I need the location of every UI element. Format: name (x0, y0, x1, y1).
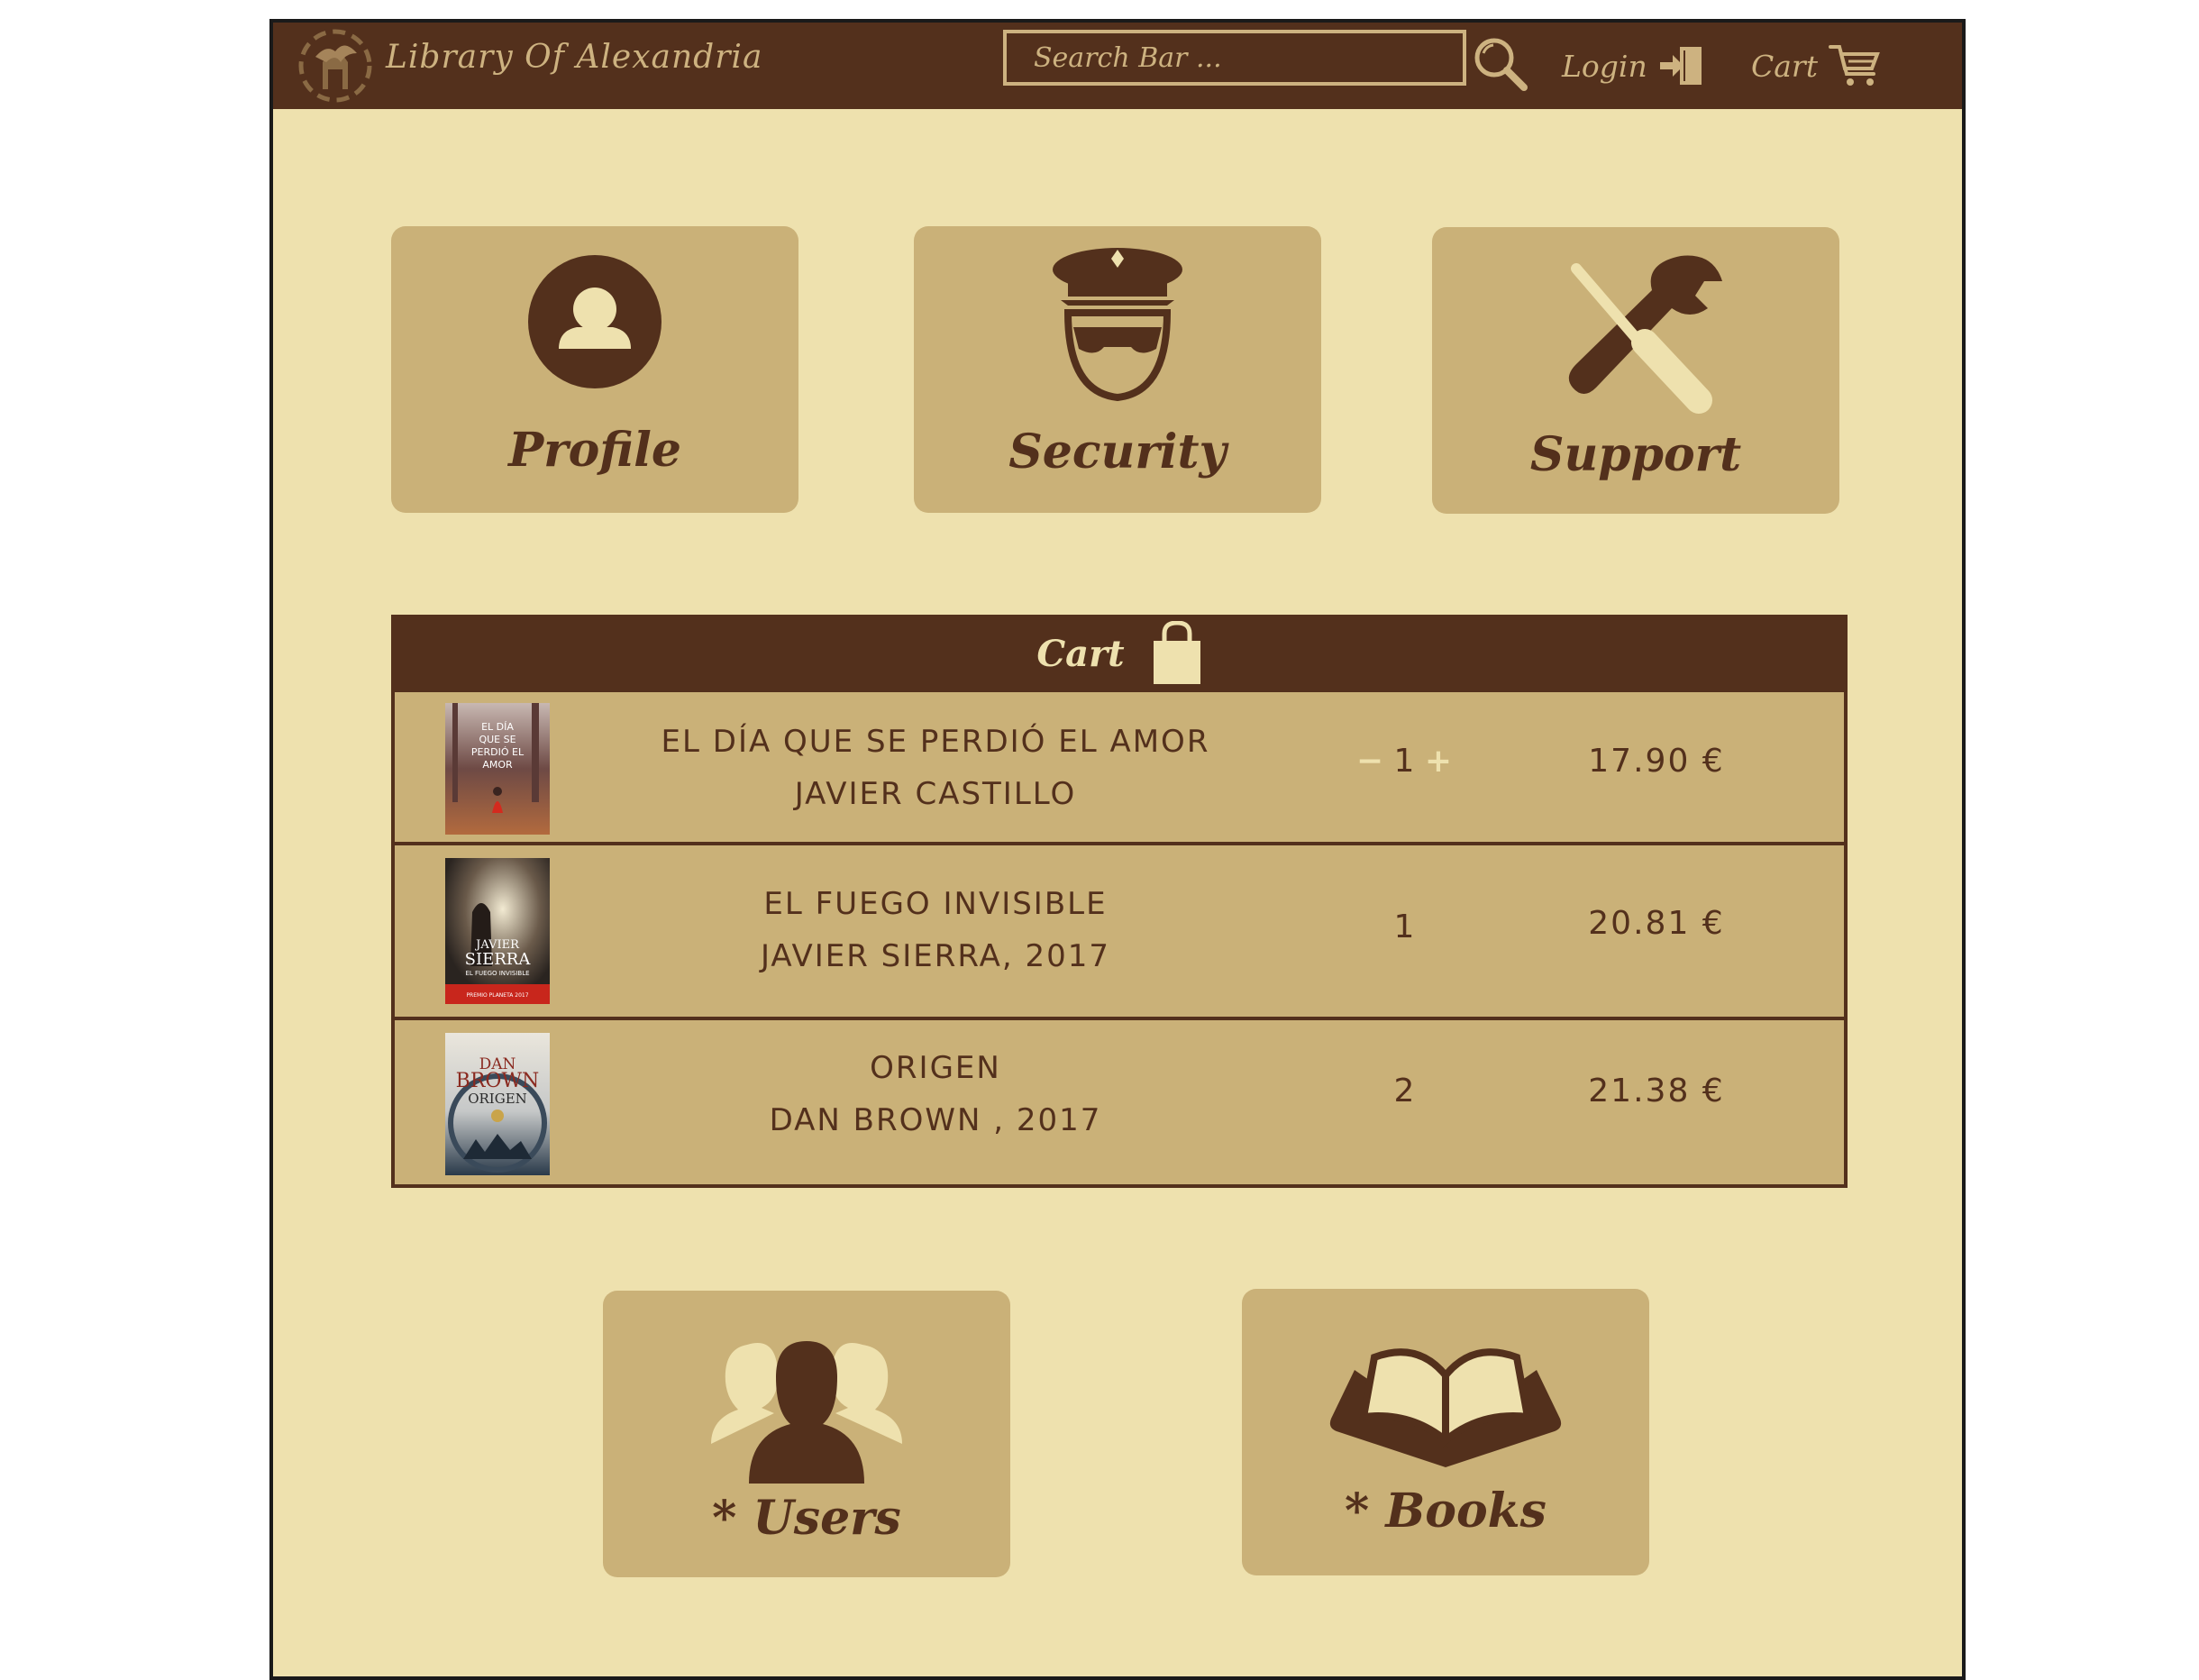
quantity-value: 2 (1393, 1073, 1415, 1109)
item-price: 20.81 € (1588, 905, 1725, 942)
support-label: Support (1529, 427, 1742, 482)
cover-text: BROWN (456, 1070, 540, 1092)
library-logo-icon (296, 26, 375, 105)
open-book-icon (1329, 1348, 1562, 1467)
quantity-value: 1 (1393, 908, 1415, 945)
top-navbar: Library Of Alexandria Login Cart (273, 23, 1962, 109)
app-window: Library Of Alexandria Login Cart (269, 19, 1966, 1680)
support-tile[interactable]: Support (1432, 227, 1839, 514)
book-author: JAVIER CASTILLO (794, 776, 1077, 812)
cart-row: DAN BROWN ORIGEN ORIGEN DAN BROWN , 2017… (395, 1017, 1844, 1184)
cart-nav-label: Cart (1751, 48, 1818, 84)
books-label: * Books (1345, 1484, 1547, 1538)
book-title: EL FUEGO INVISIBLE (763, 886, 1108, 922)
profile-label: Profile (508, 423, 681, 478)
cart-panel: Cart EL DÍA QUE SE PERDIÓ EL AMOR EL DÍA… (391, 615, 1848, 1188)
book-details[interactable]: EL FUEGO INVISIBLE JAVIER SIERRA, 2017 (638, 878, 1233, 982)
cover-text: AMOR (482, 759, 513, 771)
item-price: 17.90 € (1588, 743, 1725, 780)
decrease-qty-button[interactable]: − (1356, 743, 1383, 780)
cover-text: PERDIÓ EL (471, 746, 525, 758)
users-label: * Users (712, 1491, 901, 1546)
cover-text: QUE SE (479, 734, 516, 745)
brand-title[interactable]: Library Of Alexandria (386, 39, 762, 76)
cart-row: EL DÍA QUE SE PERDIÓ EL AMOR EL DÍA QUE … (395, 689, 1844, 842)
cover-text: EL DÍA (481, 721, 514, 733)
book-cover-image: JAVIER SIERRA EL FUEGO INVISIBLE PREMIO … (445, 858, 550, 1004)
cover-text: EL FUEGO INVISIBLE (465, 970, 529, 977)
tools-icon (1568, 255, 1722, 414)
increase-qty-button[interactable]: + (1425, 743, 1452, 780)
book-details[interactable]: EL DÍA QUE SE PERDIÓ EL AMOR JAVIER CAST… (638, 716, 1233, 820)
book-author: DAN BROWN , 2017 (769, 1102, 1102, 1138)
book-cover-image: EL DÍA QUE SE PERDIÓ EL AMOR (445, 703, 550, 835)
cart-header: Cart (395, 618, 1844, 689)
quantity-value: 1 (1393, 743, 1415, 780)
cover-text: PREMIO PLANETA 2017 (466, 992, 528, 999)
cover-text: ORIGEN (468, 1091, 527, 1107)
login-label: Login (1562, 48, 1647, 84)
login-link[interactable]: Login (1562, 41, 1707, 91)
search-input[interactable] (1003, 30, 1466, 86)
shopping-bag-icon (1153, 621, 1200, 684)
users-tile[interactable]: * Users (603, 1291, 1010, 1577)
book-author: JAVIER SIERRA, 2017 (760, 938, 1111, 974)
book-title: EL DÍA QUE SE PERDIÓ EL AMOR (661, 724, 1210, 760)
profile-icon (528, 255, 662, 388)
item-price: 21.38 € (1588, 1073, 1725, 1109)
users-icon (711, 1341, 902, 1484)
security-label: Security (1008, 425, 1227, 479)
cover-text: SIERRA (465, 950, 532, 969)
search-icon[interactable] (1470, 33, 1531, 95)
security-guard-icon (1053, 248, 1182, 402)
book-cover-image: DAN BROWN ORIGEN (445, 1033, 550, 1175)
cart-link[interactable]: Cart (1751, 41, 1883, 91)
books-tile[interactable]: * Books (1242, 1289, 1649, 1575)
profile-tile[interactable]: Profile (391, 226, 798, 513)
shopping-cart-icon (1828, 45, 1880, 86)
book-details[interactable]: ORIGEN DAN BROWN , 2017 (638, 1042, 1233, 1146)
cart-row: JAVIER SIERRA EL FUEGO INVISIBLE PREMIO … (395, 842, 1844, 1017)
cart-title: Cart (1036, 632, 1125, 675)
login-icon (1659, 47, 1702, 85)
quantity-stepper: − 1 + (1350, 743, 1458, 780)
book-title: ORIGEN (870, 1050, 1001, 1086)
security-tile[interactable]: Security (914, 226, 1321, 513)
